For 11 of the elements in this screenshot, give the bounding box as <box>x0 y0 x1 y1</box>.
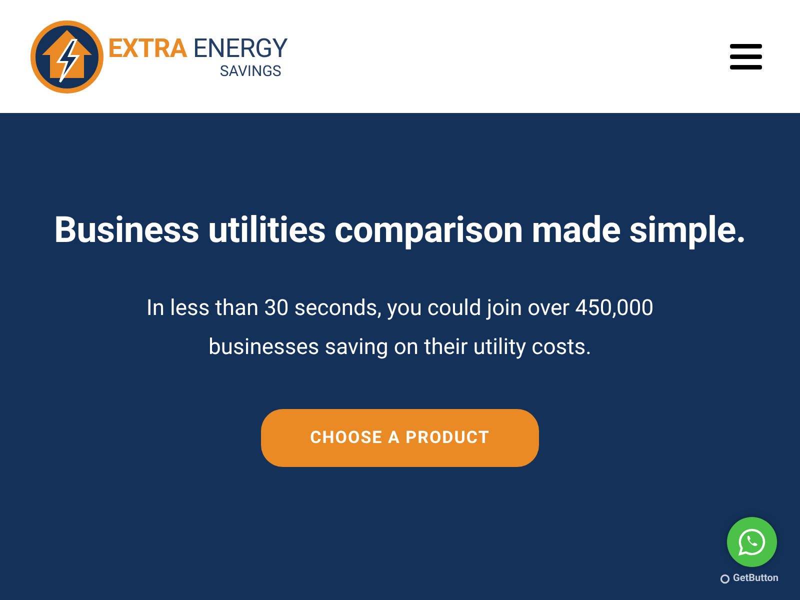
logo-text: EXTRA <box>108 34 187 62</box>
hero-heading: Business utilities comparison made simple. <box>54 209 746 251</box>
logo-subtitle: SAVINGS <box>220 62 282 78</box>
menu-button[interactable] <box>730 42 762 70</box>
chat-icon <box>738 528 766 556</box>
menu-icon <box>730 44 762 70</box>
logo-icon <box>30 20 104 94</box>
logo-text: ENERGY <box>192 34 288 62</box>
getbutton-link[interactable]: GetButton <box>720 573 778 584</box>
hero-text: In less than 30 seconds, you could join over 450,000 businesses saving on their utility costs. <box>145 295 655 362</box>
getbutton-icon <box>720 574 731 584</box>
